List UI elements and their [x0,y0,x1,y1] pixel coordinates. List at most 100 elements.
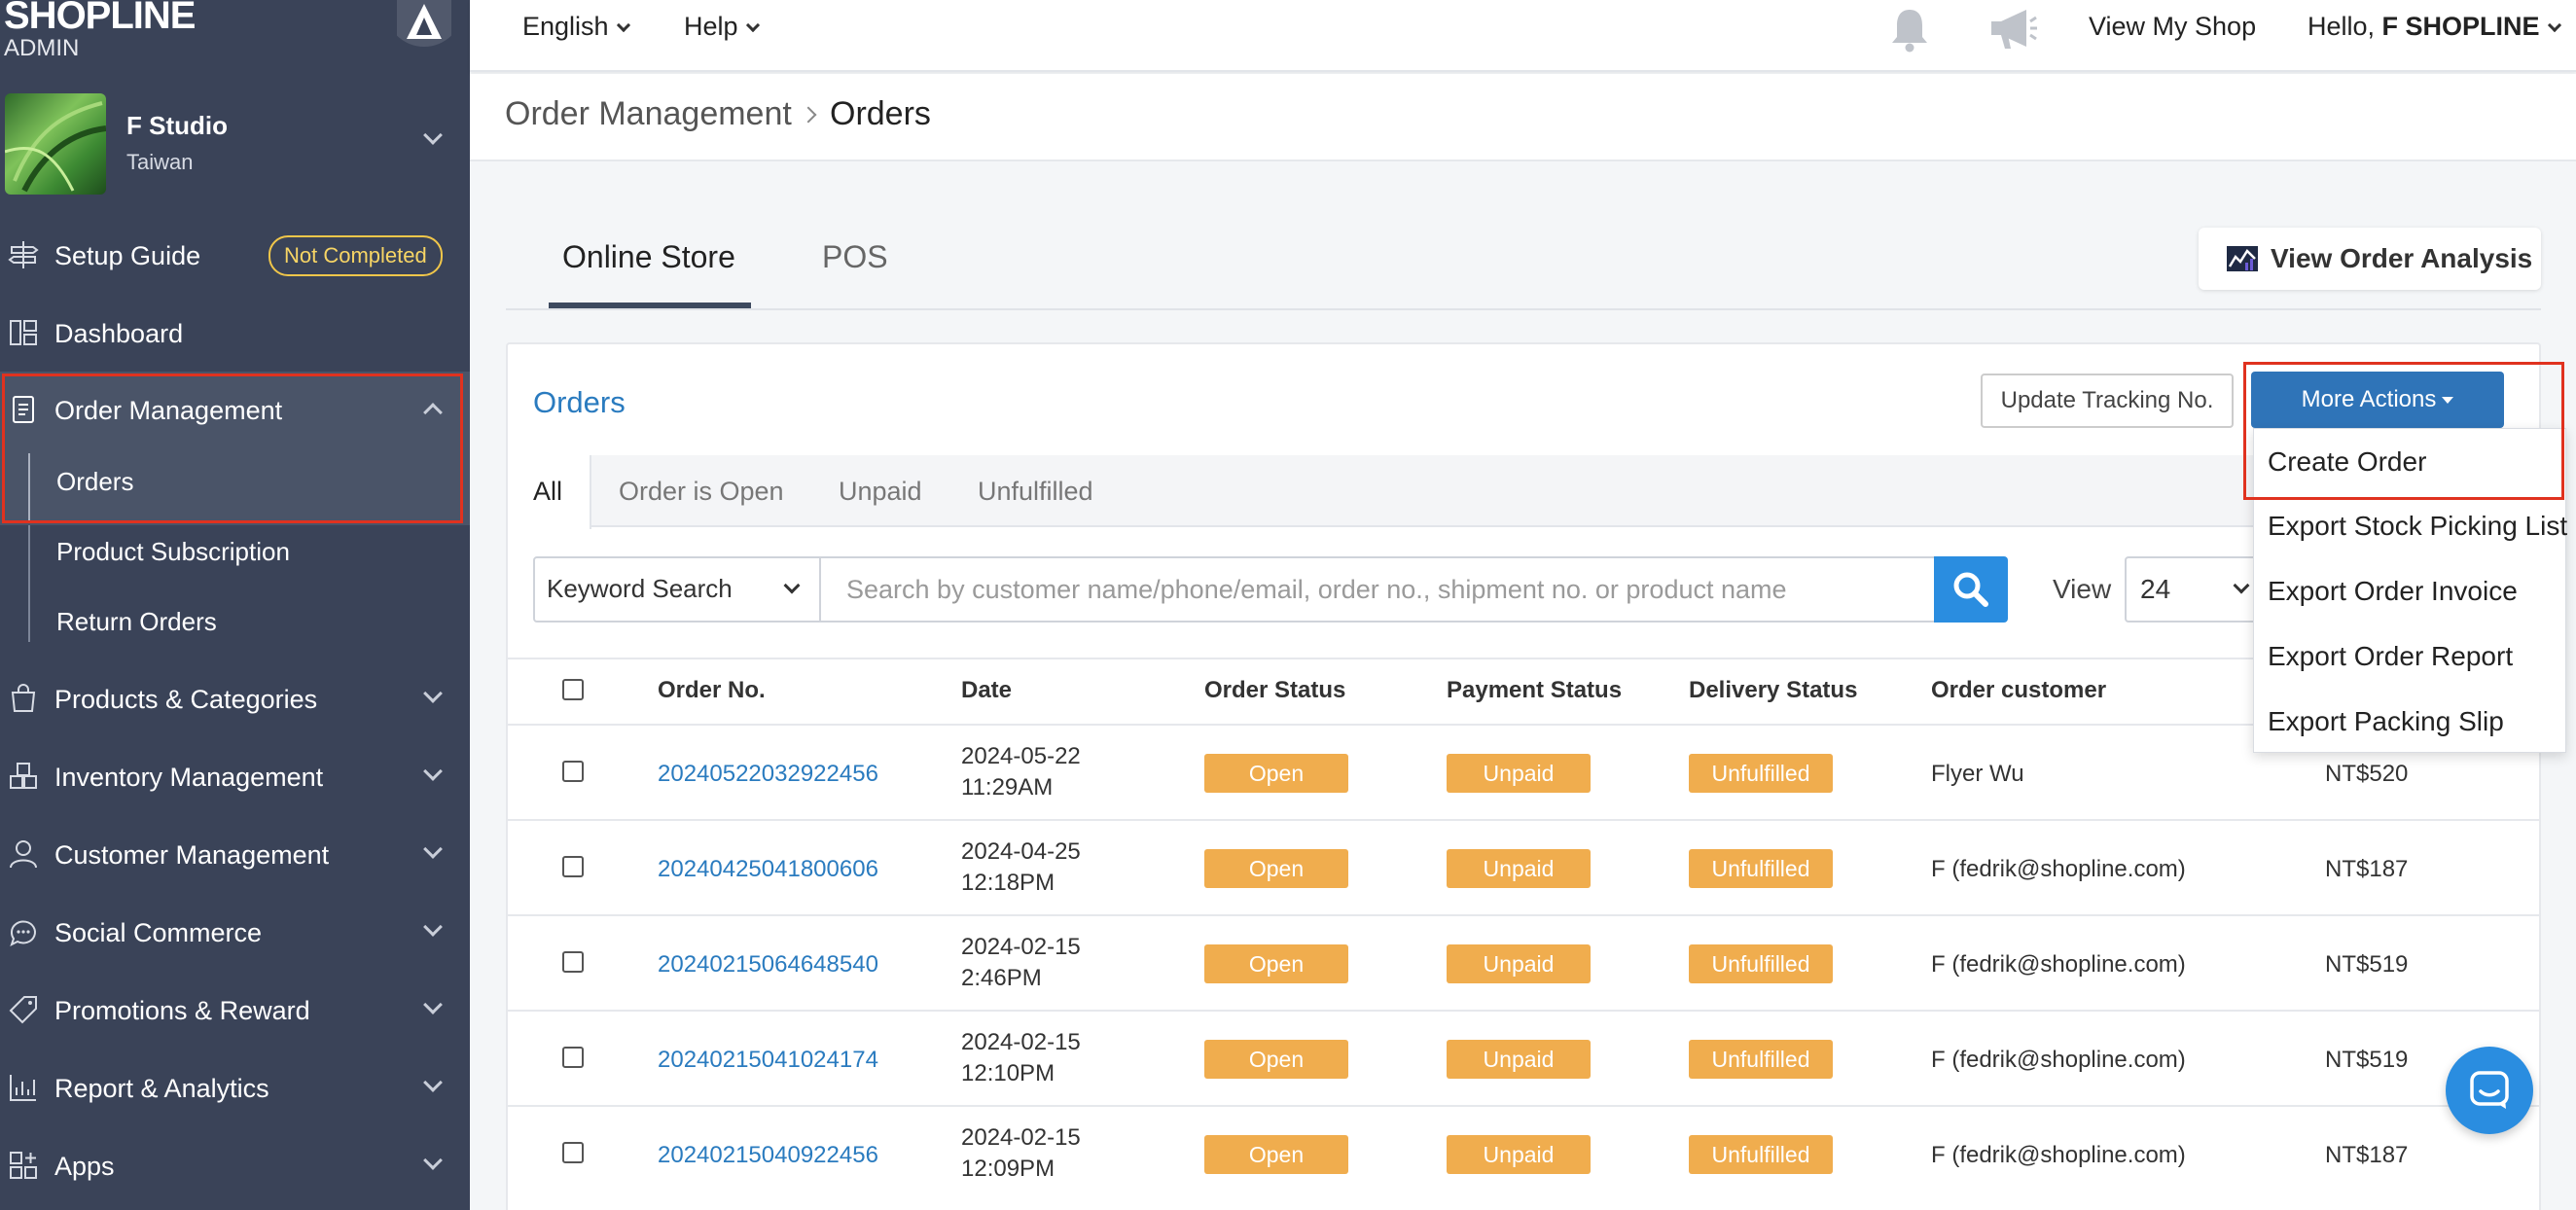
megaphone-icon[interactable] [1987,8,2038,51]
row-divider [508,914,2539,916]
language-dropdown[interactable]: English [522,12,630,42]
row-checkbox[interactable] [562,951,584,973]
payment-status-badge: Unpaid [1447,1040,1591,1079]
order-date: 2024-02-15 2:46PM [961,932,1081,994]
order-status-badge: Open [1204,1135,1348,1174]
order-number-link[interactable]: 20240215064648540 [658,951,878,979]
account-menu[interactable]: Hello, F SHOPLINE [2308,12,2561,42]
time-value: 2:46PM [961,965,1042,991]
customer-name: Flyer Wu [1931,761,2024,787]
search-mode-select[interactable]: Keyword Search [533,556,821,623]
sidebar-item-promotions-reward[interactable]: Promotions & Reward [0,975,470,1043]
sidebar-item-label: Customer Management [54,840,330,870]
row-checkbox[interactable] [562,761,584,782]
column-header-delivery-status: Delivery Status [1689,677,1858,703]
store-region: Taiwan [126,150,194,174]
sidebar-item-dashboard[interactable]: Dashboard [0,298,470,366]
sidebar-item-order-management[interactable]: Order Management [0,374,470,443]
menu-item-export-order-invoice[interactable]: Export Order Invoice [2268,576,2518,607]
column-header-order-no[interactable]: Order No. [658,677,766,704]
chat-icon [2470,1071,2509,1109]
sidebar-item-label: Inventory Management [54,763,324,792]
user-name: F SHOPLINE [2381,12,2540,41]
status-tab-unpaid[interactable]: Unpaid [839,477,922,507]
status-tab-all[interactable]: All [533,477,562,507]
row-checkbox[interactable] [562,1142,584,1163]
select-all-checkbox[interactable] [562,679,584,700]
sub-nav-indicator [28,453,30,521]
status-tab-unfulfilled[interactable]: Unfulfilled [978,477,1093,507]
order-number-link[interactable]: 20240215041024174 [658,1047,878,1074]
chevron-down-icon [423,125,443,145]
more-actions-button[interactable]: More Actions [2251,372,2504,428]
chevron-down-icon [2233,577,2250,594]
chevron-down-icon [783,577,801,594]
payment-status-badge: Unpaid [1447,849,1591,888]
time-value: 12:09PM [961,1156,1055,1182]
logo-text: SHOPLINE [4,0,196,37]
tab-online-store[interactable]: Online Store [562,239,735,275]
store-thumbnail [5,93,106,195]
menu-item-export-stock-picking-list[interactable]: Export Stock Picking List [2268,511,2567,542]
date-value: 2024-02-15 [961,1124,1081,1151]
help-label: Help [684,12,738,41]
time-value: 12:10PM [961,1060,1055,1086]
column-header-date[interactable]: Date [961,677,1012,704]
brand-mark-icon [397,0,451,47]
row-checkbox[interactable] [562,856,584,877]
tab-pos[interactable]: POS [822,239,888,275]
chat-button[interactable] [2446,1047,2533,1134]
search-button[interactable] [1934,556,2008,623]
order-total: NT$519 [2325,1047,2409,1073]
page-size-value: 24 [2140,574,2171,604]
store-switcher[interactable]: F Studio Taiwan [0,89,470,198]
sidebar-item-report-analytics[interactable]: Report & Analytics [0,1052,470,1121]
customer-name: F (fedrik@shopline.com) [1931,951,2186,978]
order-total: NT$187 [2325,1142,2409,1168]
sidebar-item-apps[interactable]: Apps [0,1130,470,1198]
sidebar-item-social-commerce[interactable]: Social Commerce [0,897,470,965]
shopline-logo[interactable]: SHOPLINE ADMIN [4,0,196,61]
clipboard-icon [13,396,34,423]
dashboard-icon [10,320,37,345]
logo-subtext: ADMIN [4,35,80,61]
breadcrumb-parent[interactable]: Order Management [505,95,792,133]
menu-item-export-order-report[interactable]: Export Order Report [2268,641,2513,672]
sidebar-item-customer-management[interactable]: Customer Management [0,819,470,887]
date-value: 2024-04-25 [961,838,1081,865]
order-status-badge: Open [1204,944,1348,983]
chevron-down-icon [423,1073,443,1092]
order-date: 2024-02-15 12:10PM [961,1027,1081,1089]
search-input[interactable] [821,556,1936,623]
sidebar-subitem-return-orders[interactable]: Return Orders [56,607,217,637]
row-checkbox[interactable] [562,1047,584,1068]
row-divider [508,819,2539,821]
delivery-status-badge: Unfulfilled [1689,1135,1833,1174]
sidebar-item-label: Dashboard [54,319,184,348]
page-size-select[interactable]: 24 [2125,556,2257,623]
update-tracking-button[interactable]: Update Tracking No. [1981,374,2234,428]
sidebar-subitem-orders[interactable]: Orders [56,467,133,497]
sidebar-item-inventory-management[interactable]: Inventory Management [0,741,470,809]
sidebar-item-label: Social Commerce [54,918,263,947]
status-tab-open[interactable]: Order is Open [619,477,784,507]
store-name: F Studio [126,111,228,140]
order-status-badge: Open [1204,849,1348,888]
order-number-link[interactable]: 20240425041800606 [658,856,878,883]
order-total: NT$187 [2325,856,2409,882]
boxes-icon [10,763,37,789]
order-status-badge: Open [1204,1040,1348,1079]
view-order-analysis-button[interactable]: View Order Analysis [2199,228,2541,290]
tag-icon [9,996,37,1024]
payment-status-badge: Unpaid [1447,754,1591,793]
menu-item-create-order[interactable]: Create Order [2268,446,2426,478]
order-number-link[interactable]: 20240522032922456 [658,761,878,788]
view-my-shop-link[interactable]: View My Shop [2089,12,2256,42]
sidebar-subitem-product-subscription[interactable]: Product Subscription [56,537,290,567]
bell-icon[interactable] [1888,6,1931,53]
help-dropdown[interactable]: Help [684,12,760,42]
menu-item-export-packing-slip[interactable]: Export Packing Slip [2268,706,2504,737]
sidebar-item-products-categories[interactable]: Products & Categories [0,663,470,731]
order-number-link[interactable]: 20240215040922456 [658,1142,878,1169]
time-value: 12:18PM [961,870,1055,896]
